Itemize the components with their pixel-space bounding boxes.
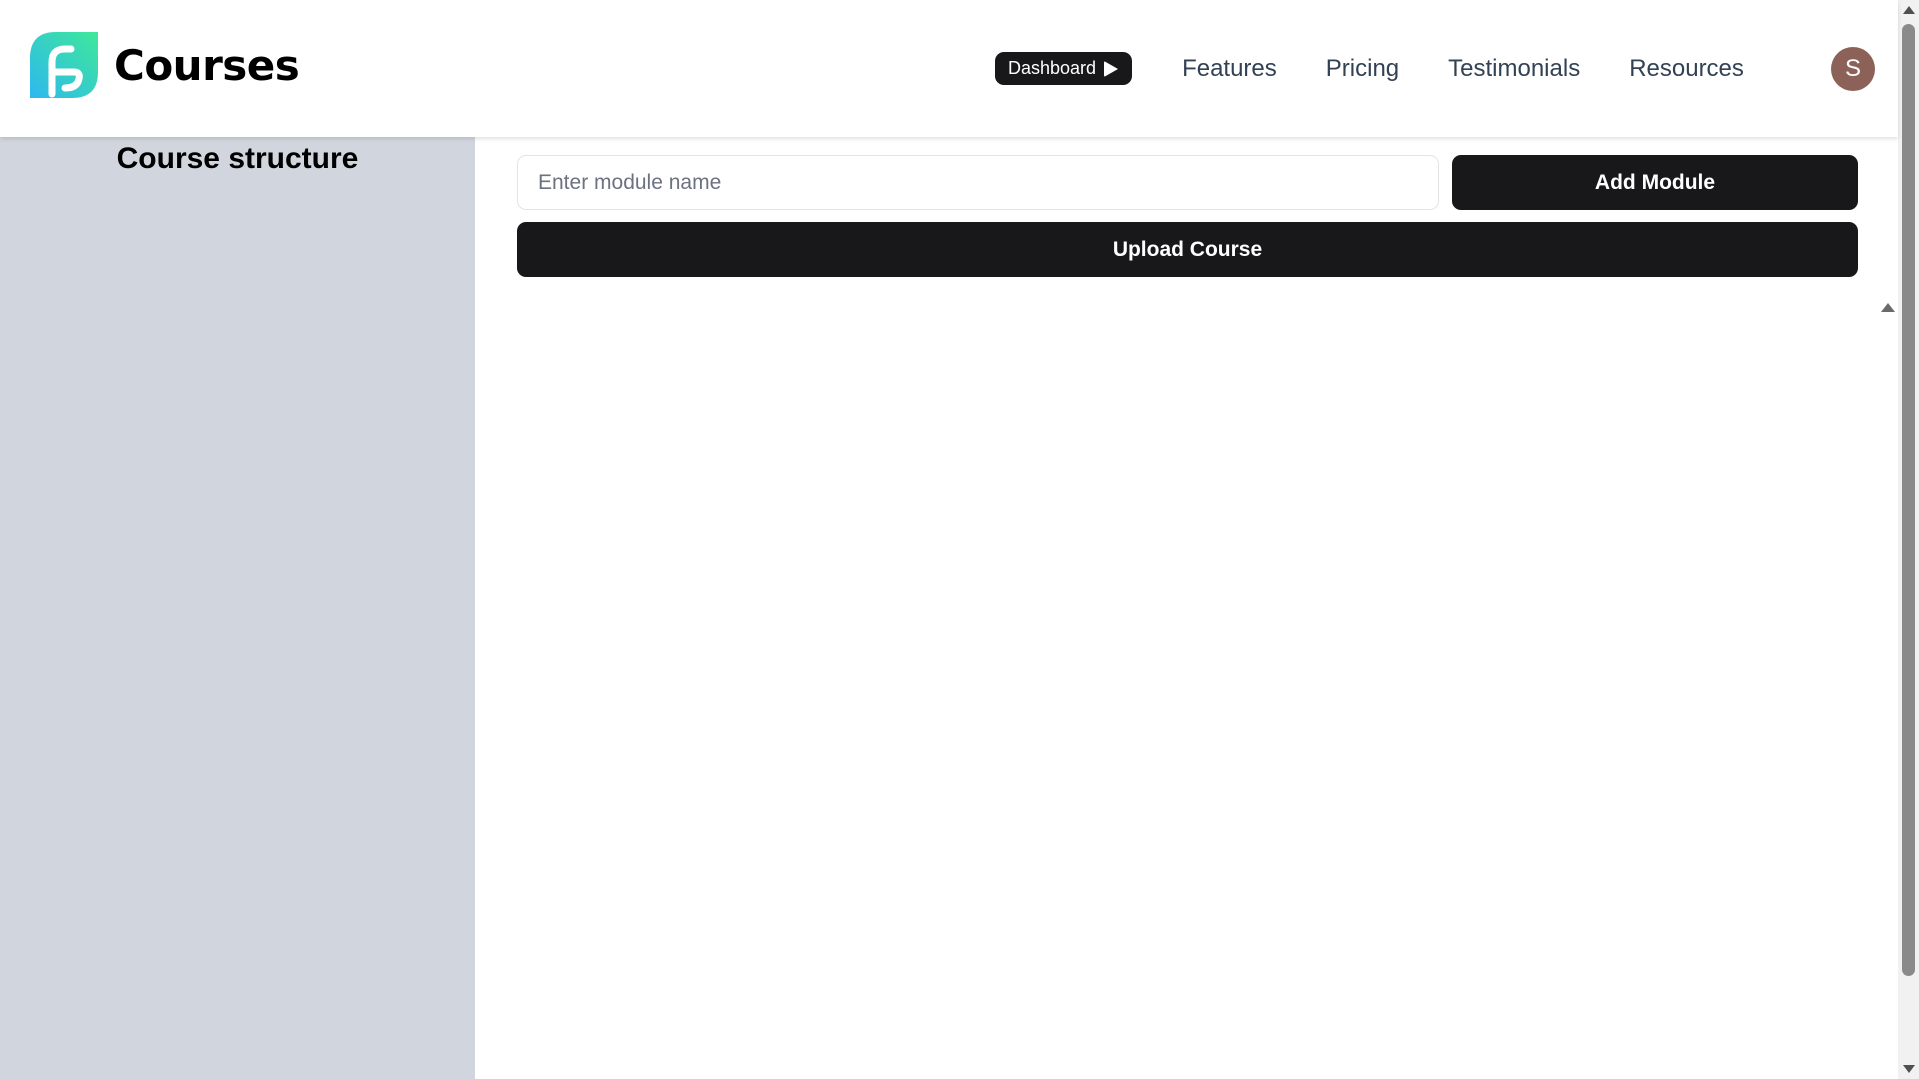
module-name-input[interactable] (517, 155, 1439, 210)
brand-name: Courses (114, 40, 300, 90)
nav-link-features[interactable]: Features (1182, 55, 1277, 83)
main-nav: Dashboard Features Pricing Testimonials … (995, 52, 1793, 85)
add-module-button[interactable]: Add Module (1452, 155, 1858, 210)
sidebar-title: Course structure (116, 142, 359, 175)
dashboard-button-label: Dashboard (1008, 58, 1097, 78)
scroll-up-arrow-icon[interactable] (1881, 303, 1895, 312)
user-avatar[interactable]: S (1831, 47, 1875, 91)
top-navbar: Courses Dashboard Features Pricing Testi… (0, 0, 1898, 137)
brand-logo-icon (30, 32, 98, 98)
dashboard-button[interactable]: Dashboard (995, 52, 1133, 85)
nav-link-testimonials[interactable]: Testimonials (1448, 55, 1580, 83)
upload-course-button[interactable]: Upload Course (517, 222, 1858, 277)
nav-link-pricing[interactable]: Pricing (1326, 55, 1399, 83)
play-icon (1104, 60, 1119, 77)
brand[interactable]: Courses (30, 32, 300, 98)
nav-link-resources[interactable]: Resources (1629, 55, 1744, 83)
scroll-down-icon[interactable] (1903, 1065, 1915, 1073)
scrollbar-thumb[interactable] (1902, 24, 1915, 976)
course-structure-sidebar (0, 137, 475, 1079)
scroll-up-icon[interactable] (1903, 6, 1915, 14)
page-scrollbar[interactable] (1898, 0, 1919, 1079)
